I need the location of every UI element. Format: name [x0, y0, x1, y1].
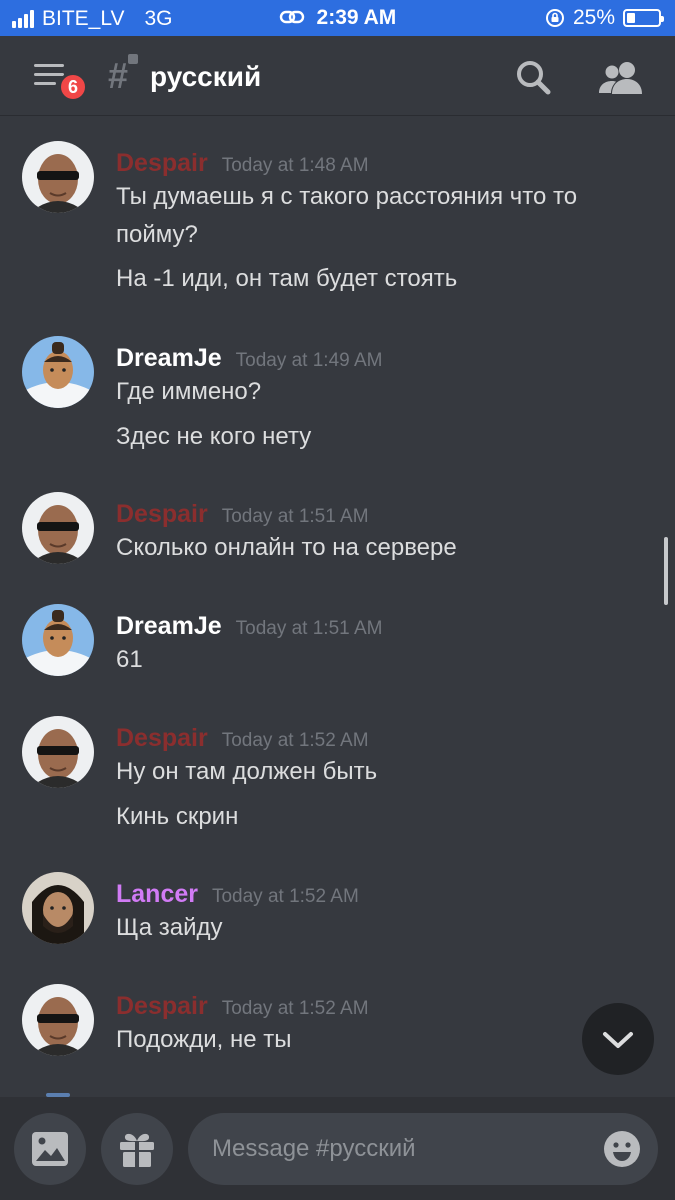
chevron-down-icon — [603, 1032, 633, 1048]
emoji-icon — [604, 1131, 640, 1167]
avatar[interactable] — [22, 604, 94, 676]
message-timestamp: Today at 1:52 AM — [211, 886, 359, 907]
message-group: DreamJe Today at 1:51 AM 61 — [0, 604, 675, 684]
message-text: Сколько онлайн то на сервере — [116, 534, 457, 561]
message-group: Despair Today at 1:51 AM Сколько онлайн т… — [0, 492, 675, 572]
lock-icon — [128, 54, 138, 64]
message-timestamp: Today at 1:52 AM — [221, 998, 369, 1019]
avatar[interactable] — [22, 716, 94, 788]
channel-header: 6 # русский — [0, 36, 675, 116]
message-author[interactable]: Despair Today at 1:52 AM — [116, 724, 369, 753]
orientation-lock-icon — [545, 9, 564, 27]
search-icon — [517, 61, 551, 95]
author-name[interactable]: DreamJe — [116, 612, 222, 640]
avatar-bald-man-sunglasses — [22, 141, 94, 213]
status-time: 2:39 AM — [316, 6, 397, 29]
channel-name[interactable]: русский — [150, 61, 261, 93]
message-timestamp: Today at 1:48 AM — [221, 155, 369, 176]
message-timestamp: Today at 1:49 AM — [235, 350, 383, 371]
message-group: Despair Today at 1:52 AM Подожди, не ты — [0, 984, 675, 1064]
author-name[interactable]: Despair — [116, 149, 208, 177]
message-group: Despair Today at 1:52 AM Ну он там должен… — [0, 716, 675, 836]
avatar-bald-man-sunglasses — [22, 492, 94, 564]
attach-image-button[interactable] — [14, 1113, 86, 1185]
hamburger-menu-icon — [34, 64, 64, 67]
avatar[interactable] — [22, 492, 94, 564]
message-text: Ну он там должен быть — [116, 758, 378, 785]
message-text: Здес не кого нету — [116, 423, 312, 450]
author-name[interactable]: DreamJe — [116, 344, 222, 372]
message-text: Ты думаешь я с такого расстояния что то … — [116, 183, 578, 248]
message-text: Подожди, не ты — [116, 1026, 292, 1053]
jump-to-bottom-button[interactable] — [582, 1003, 654, 1075]
avatar-bald-man-sunglasses — [22, 716, 94, 788]
message-author[interactable]: DreamJe Today at 1:49 AM — [116, 344, 382, 373]
image-icon — [32, 1132, 68, 1166]
message-group: Despair Today at 1:48 AM Ты думаешь я с т… — [0, 141, 675, 301]
avatar-cartoon-warrior — [22, 604, 94, 676]
message-text: Где иммено? — [116, 378, 262, 405]
author-name[interactable]: Despair — [116, 500, 208, 528]
members-icon — [599, 62, 642, 94]
avatar[interactable] — [22, 336, 94, 408]
avatar[interactable] — [22, 984, 94, 1056]
message-timestamp: Today at 1:51 AM — [221, 506, 369, 527]
composer-bar — [0, 1097, 675, 1200]
gift-icon — [120, 1133, 154, 1167]
avatar-bald-man-sunglasses — [22, 984, 94, 1056]
gift-button[interactable] — [101, 1113, 173, 1185]
hamburger-menu-line — [34, 82, 56, 85]
avatar[interactable] — [22, 872, 94, 944]
battery-fill — [627, 13, 635, 23]
hamburger-menu-line — [34, 73, 64, 76]
message-timestamp: Today at 1:51 AM — [235, 618, 383, 639]
message-list[interactable]: Despair Today at 1:48 AM Ты думаешь я с т… — [0, 117, 675, 1097]
notification-badge: 6 — [58, 72, 88, 102]
message-author[interactable]: DreamJe Today at 1:51 AM — [116, 612, 382, 641]
avatar[interactable] — [22, 141, 94, 213]
message-group: DreamJe Today at 1:49 AM Где иммено? Здес… — [0, 336, 675, 456]
members-button[interactable] — [596, 56, 646, 100]
avatar-bearded-man — [22, 872, 94, 944]
message-text: Ща зайду — [116, 914, 223, 941]
avatar-cartoon-warrior — [22, 336, 94, 408]
locked-hash-icon: # — [108, 55, 129, 96]
link-icon — [279, 10, 304, 24]
message-group: Lancer Today at 1:52 AM Ща зайду — [0, 872, 675, 952]
status-bar: BITE_LV 3G 2:39 AM 25% — [0, 0, 675, 36]
author-name[interactable]: Despair — [116, 992, 208, 1020]
message-input-container[interactable] — [188, 1113, 658, 1185]
author-name[interactable]: Lancer — [116, 880, 198, 908]
emoji-button[interactable] — [602, 1129, 642, 1169]
message-author[interactable]: Despair Today at 1:52 AM — [116, 992, 369, 1021]
search-button[interactable] — [512, 56, 556, 100]
message-input[interactable] — [212, 1113, 582, 1185]
message-timestamp: Today at 1:52 AM — [221, 730, 369, 751]
menu-button[interactable]: 6 — [28, 58, 88, 104]
message-author[interactable]: Lancer Today at 1:52 AM — [116, 880, 359, 909]
message-text: Кинь скрин — [116, 803, 239, 830]
message-author[interactable]: Despair Today at 1:51 AM — [116, 500, 369, 529]
battery-icon — [623, 9, 664, 27]
message-text: На -1 иди, он там будет стоять — [116, 265, 458, 292]
battery-percent: 25% — [572, 6, 615, 29]
scrollbar[interactable] — [664, 537, 668, 605]
author-name[interactable]: Despair — [116, 724, 208, 752]
status-right: 25% — [545, 6, 664, 30]
message-author[interactable]: Despair Today at 1:48 AM — [116, 149, 369, 178]
message-text: 61 — [116, 646, 143, 673]
